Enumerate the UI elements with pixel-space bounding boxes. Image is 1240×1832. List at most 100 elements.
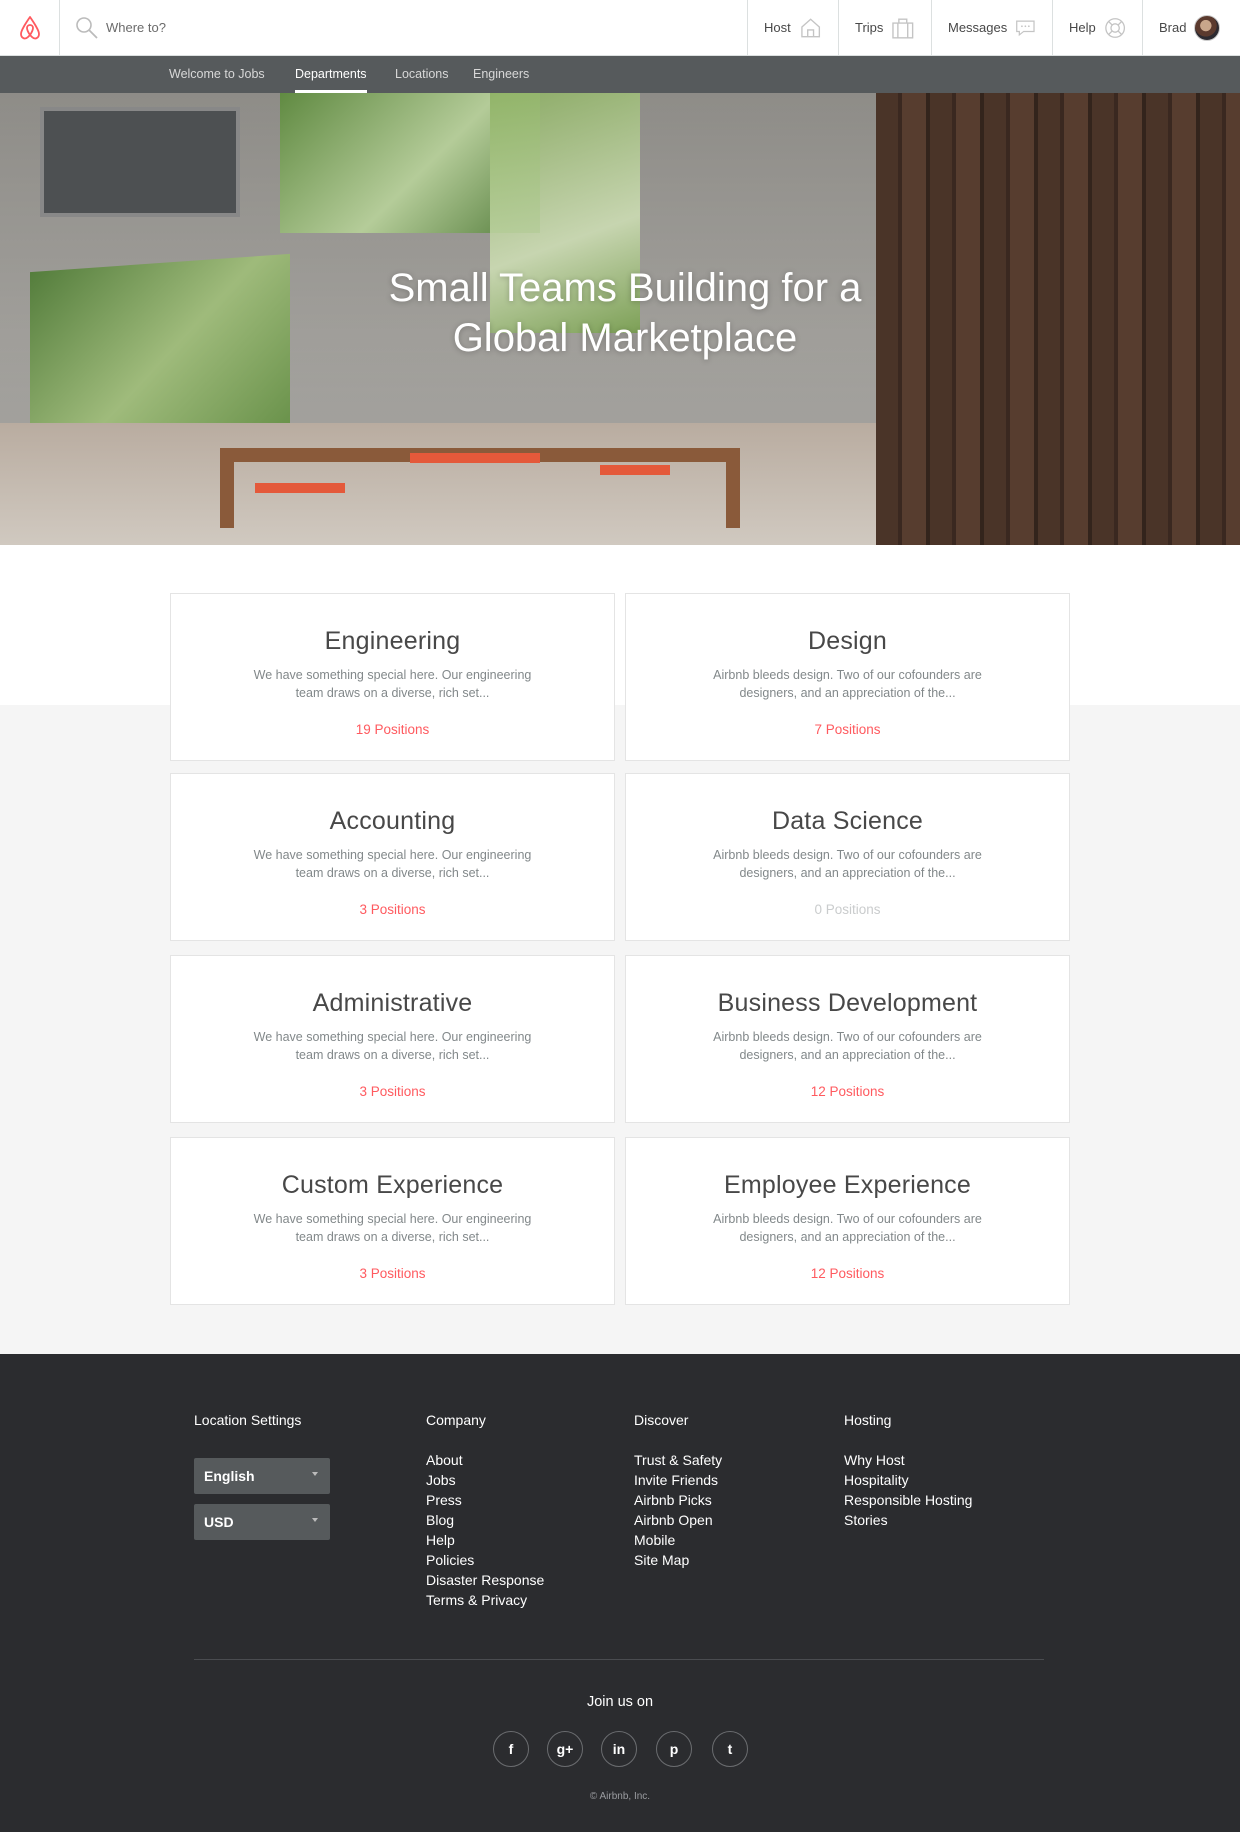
department-description: Airbnb bleeds design. Two of our cofound… [713, 848, 982, 880]
footer-link-airbnb-open[interactable]: Airbnb Open [634, 1510, 713, 1530]
department-description: Airbnb bleeds design. Two of our cofound… [713, 668, 982, 700]
facebook-icon[interactable]: f [493, 1731, 529, 1767]
nav-trips-label: Trips [855, 20, 884, 35]
footer-link-mobile[interactable]: Mobile [634, 1530, 675, 1550]
department-title: Design [807, 627, 888, 655]
department-title: Custom Experience [281, 1171, 504, 1199]
department-title: Business Development [717, 989, 978, 1017]
hero-photo-cushion [255, 483, 345, 493]
twitter-icon[interactable]: t [712, 1731, 748, 1767]
top-header: Host Trips Messages Help Brad [0, 0, 1240, 56]
hero-photo-wood-wall [876, 93, 1240, 545]
nav-help-label: Help [1069, 20, 1096, 35]
footer-company-title: Company [426, 1412, 486, 1428]
footer-link-site-map[interactable]: Site Map [634, 1550, 689, 1570]
subnav-welcome-to-jobs[interactable]: Welcome to Jobs [169, 56, 265, 93]
nav-user-menu[interactable]: Brad [1142, 0, 1240, 55]
language-select-value: English [204, 1468, 255, 1484]
footer-hosting-title: Hosting [844, 1412, 892, 1428]
department-card-administrative[interactable]: Administrative We have something special… [170, 955, 615, 1123]
nav-host-label: Host [764, 20, 791, 35]
department-title: Data Science [771, 807, 924, 835]
department-card-custom-experience[interactable]: Custom Experience We have something spec… [170, 1137, 615, 1305]
footer-link-terms-privacy[interactable]: Terms & Privacy [426, 1590, 527, 1610]
footer-location-settings-title: Location Settings [194, 1412, 302, 1428]
footer-link-hospitality[interactable]: Hospitality [844, 1470, 909, 1490]
department-card-business-development[interactable]: Business Development Airbnb bleeds desig… [625, 955, 1070, 1123]
airbnb-logo[interactable] [0, 0, 60, 55]
department-title: Engineering [324, 627, 461, 655]
linkedin-icon[interactable]: in [601, 1731, 637, 1767]
department-positions-link[interactable]: 3 Positions [171, 902, 614, 917]
department-positions-link[interactable]: 3 Positions [171, 1084, 614, 1099]
department-positions-link[interactable]: 19 Positions [171, 722, 614, 737]
department-positions-link[interactable]: 3 Positions [171, 1266, 614, 1281]
hero-title-line-1: Small Teams Building for a [388, 266, 862, 310]
footer-link-responsible-hosting[interactable]: Responsible Hosting [844, 1490, 972, 1510]
department-card-data-science[interactable]: Data Science Airbnb bleeds design. Two o… [625, 773, 1070, 941]
footer-link-stories[interactable]: Stories [844, 1510, 888, 1530]
join-us-label: Join us on [586, 1694, 654, 1710]
footer-link-invite-friends[interactable]: Invite Friends [634, 1470, 718, 1490]
suitcase-icon [892, 17, 914, 39]
house-icon [800, 17, 820, 37]
footer-link-jobs[interactable]: Jobs [426, 1470, 456, 1490]
department-positions-link: 0 Positions [814, 902, 881, 917]
nav-messages-label: Messages [948, 20, 1008, 35]
department-card-engineering[interactable]: Engineering We have something special he… [170, 593, 615, 761]
nav-host[interactable]: Host [747, 0, 838, 55]
hero-photo-window [40, 107, 240, 217]
copyright: © Airbnb, Inc. [589, 1791, 651, 1802]
department-description: We have something special here. Our engi… [253, 1030, 532, 1062]
nav-trips[interactable]: Trips [838, 0, 931, 55]
google-plus-icon[interactable]: g+ [547, 1731, 583, 1767]
department-positions-link[interactable]: 12 Positions [626, 1266, 1069, 1281]
pinterest-icon[interactable]: p [656, 1731, 692, 1767]
footer-link-disaster-response[interactable]: Disaster Response [426, 1570, 544, 1590]
footer-link-about[interactable]: About [426, 1450, 463, 1470]
subnav-departments[interactable]: Departments [295, 56, 367, 93]
search-input[interactable] [106, 20, 406, 35]
footer-link-airbnb-picks[interactable]: Airbnb Picks [634, 1490, 712, 1510]
hero-title-line-2: Global Marketplace [452, 316, 798, 360]
department-description: Airbnb bleeds design. Two of our cofound… [713, 1030, 982, 1062]
department-positions-link[interactable]: 12 Positions [626, 1084, 1069, 1099]
footer: Location Settings English USD Company Ab… [0, 1354, 1240, 1832]
department-description: We have something special here. Our engi… [253, 848, 532, 880]
footer-link-blog[interactable]: Blog [426, 1510, 454, 1530]
currency-select[interactable]: USD [194, 1504, 330, 1540]
footer-link-press[interactable]: Press [426, 1490, 462, 1510]
lifebuoy-icon [1104, 17, 1125, 38]
subnav-locations[interactable]: Locations [395, 56, 449, 93]
user-name: Brad [1159, 20, 1187, 35]
search-bar[interactable] [60, 0, 747, 55]
search-icon [76, 16, 98, 39]
department-card-design[interactable]: Design Airbnb bleeds design. Two of our … [625, 593, 1070, 761]
language-select[interactable]: English [194, 1458, 330, 1494]
department-card-employee-experience[interactable]: Employee Experience Airbnb bleeds design… [625, 1137, 1070, 1305]
sub-navigation: Welcome to Jobs Departments Locations En… [0, 56, 1240, 93]
nav-messages[interactable]: Messages [931, 0, 1052, 55]
department-description: Airbnb bleeds design. Two of our cofound… [713, 1212, 982, 1244]
department-positions-link[interactable]: 7 Positions [626, 722, 1069, 737]
hero-banner: Small Teams Building for a Global Market… [0, 93, 1240, 545]
department-title: Accounting [329, 807, 456, 835]
footer-link-trust-safety[interactable]: Trust & Safety [634, 1450, 722, 1470]
currency-select-value: USD [204, 1514, 234, 1530]
hero-photo-cushion [600, 465, 670, 475]
message-bubble-icon [1016, 19, 1035, 36]
nav-help[interactable]: Help [1052, 0, 1142, 55]
department-description: We have something special here. Our engi… [253, 1212, 532, 1244]
airbnb-logo-icon [19, 15, 40, 39]
hero-photo-cushion [410, 453, 540, 463]
footer-link-why-host[interactable]: Why Host [844, 1450, 905, 1470]
department-title: Administrative [312, 989, 473, 1017]
chevron-down-icon [312, 1472, 318, 1476]
footer-link-policies[interactable]: Policies [426, 1550, 474, 1570]
department-title: Employee Experience [724, 1171, 971, 1199]
footer-discover-title: Discover [634, 1412, 689, 1428]
footer-link-help[interactable]: Help [426, 1530, 455, 1550]
department-card-accounting[interactable]: Accounting We have something special her… [170, 773, 615, 941]
department-description: We have something special here. Our engi… [253, 668, 532, 700]
subnav-engineers[interactable]: Engineers [473, 56, 529, 93]
